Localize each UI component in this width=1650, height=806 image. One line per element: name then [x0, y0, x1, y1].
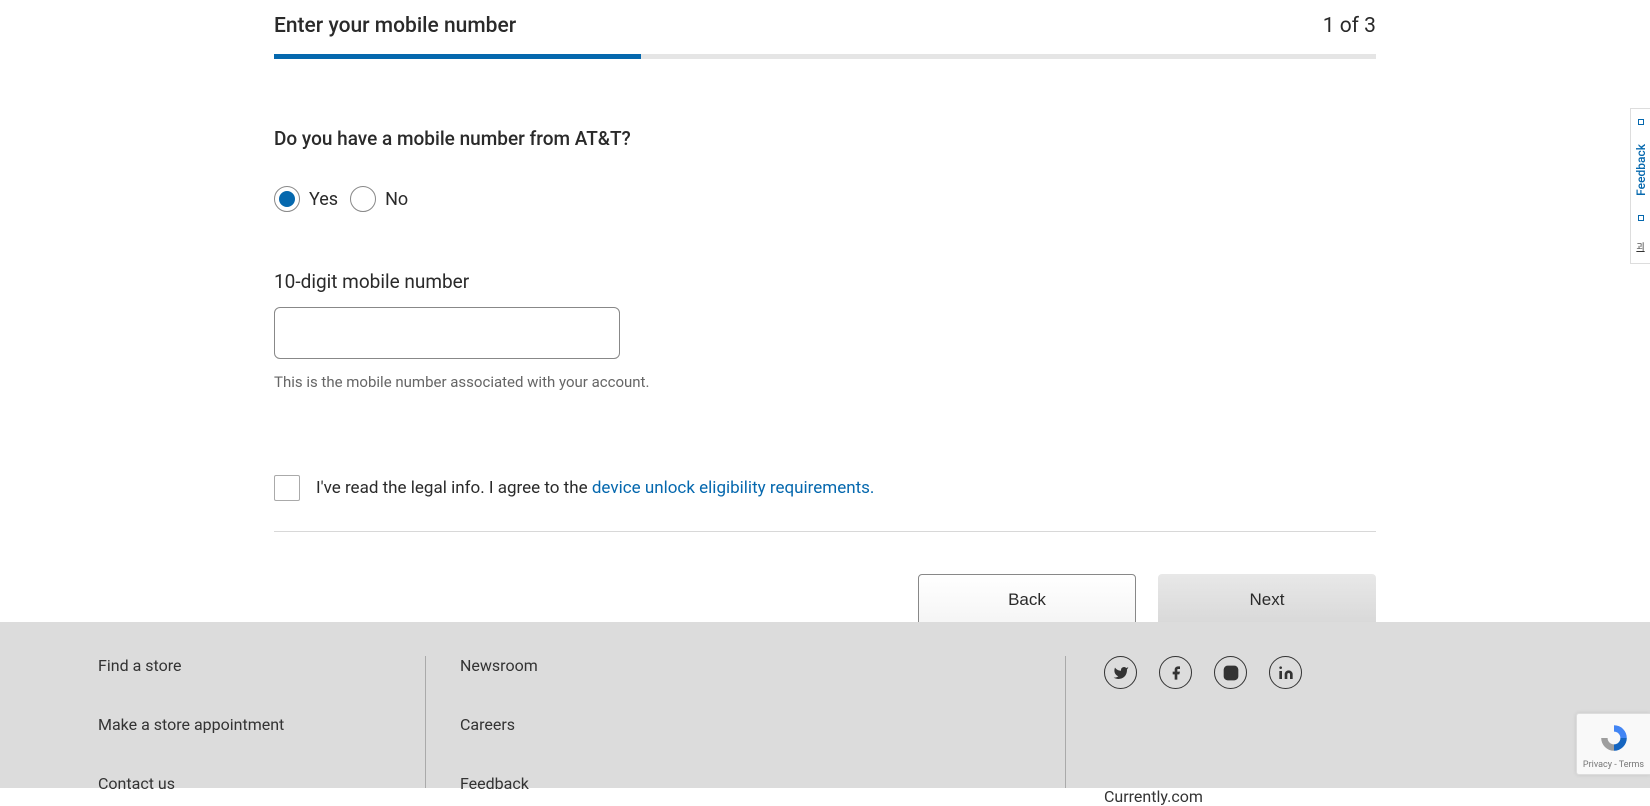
recaptcha-icon	[1598, 722, 1630, 758]
feedback-tab-label: Feedback	[1634, 144, 1648, 196]
back-button[interactable]: Back	[918, 574, 1136, 626]
eligibility-link[interactable]: device unlock eligibility requirements.	[592, 478, 875, 498]
linkedin-icon[interactable]	[1269, 656, 1302, 689]
footer-appointment[interactable]: Make a store appointment	[98, 715, 425, 734]
instagram-icon[interactable]	[1214, 656, 1247, 689]
feedback-dot-icon	[1638, 215, 1644, 221]
recaptcha-badge[interactable]: Privacy - Terms	[1576, 713, 1650, 775]
radio-circle	[350, 186, 376, 212]
radio-yes[interactable]: Yes	[274, 186, 338, 212]
radio-yes-label: Yes	[309, 189, 338, 210]
radio-no-label: No	[385, 189, 408, 210]
progress-bar	[274, 54, 1376, 59]
footer-find-store[interactable]: Find a store	[98, 656, 425, 675]
footer-newsroom[interactable]: Newsroom	[460, 656, 1065, 675]
input-label: 10-digit mobile number	[274, 270, 1376, 293]
radio-group: Yes No	[274, 186, 1376, 212]
feedback-tab[interactable]: Feedback 괴	[1630, 108, 1650, 264]
mobile-number-input[interactable]	[274, 307, 620, 359]
radio-circle-selected	[274, 186, 300, 212]
step-title: Enter your mobile number	[274, 14, 516, 38]
footer-careers[interactable]: Careers	[460, 715, 1065, 734]
question-text: Do you have a mobile number from AT&T?	[274, 127, 1376, 150]
footer-feedback[interactable]: Feedback	[460, 774, 1065, 793]
divider	[274, 531, 1376, 532]
facebook-icon[interactable]	[1159, 656, 1192, 689]
feedback-ol-icon: 괴	[1636, 240, 1644, 253]
agreement-text: I've read the legal info. I agree to the…	[316, 478, 874, 498]
radio-no[interactable]: No	[350, 186, 408, 212]
progress-fill	[274, 54, 641, 59]
twitter-icon[interactable]	[1104, 656, 1137, 689]
footer: Find a store Make a store appointment Co…	[0, 622, 1650, 788]
next-button[interactable]: Next	[1158, 574, 1376, 626]
input-hint: This is the mobile number associated wit…	[274, 373, 1376, 391]
agreement-checkbox[interactable]	[274, 475, 300, 501]
step-counter: 1 of 3	[1323, 14, 1376, 38]
recaptcha-text: Privacy - Terms	[1583, 760, 1644, 770]
footer-contact[interactable]: Contact us	[98, 774, 425, 793]
feedback-dot-icon	[1638, 119, 1644, 125]
footer-currently[interactable]: Currently.com	[1104, 787, 1552, 806]
